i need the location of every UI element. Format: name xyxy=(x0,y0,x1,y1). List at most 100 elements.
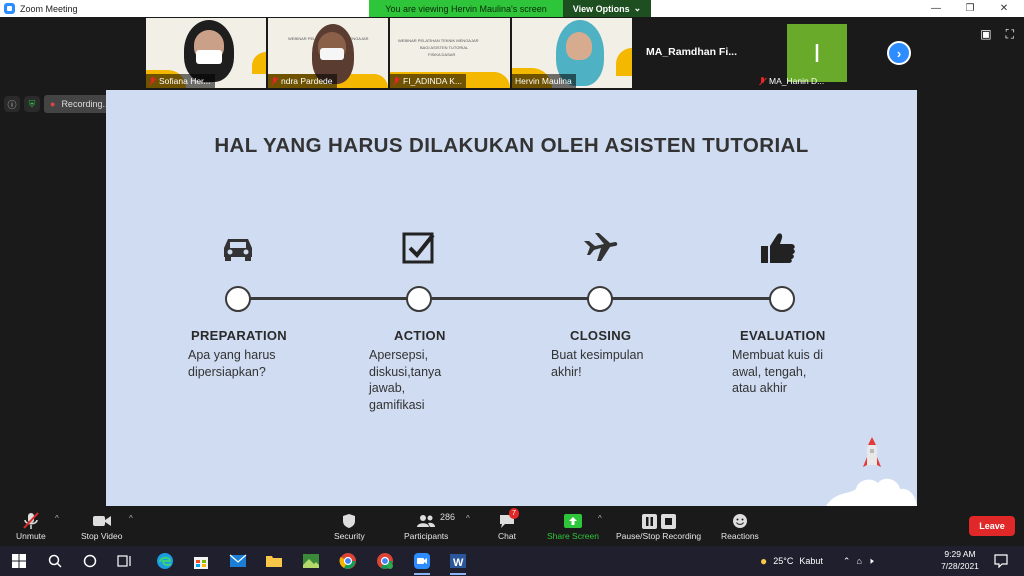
participant-name-tag: FI_ADINDA K... xyxy=(390,74,467,88)
timeline-node-1 xyxy=(225,286,251,312)
participant-video-2[interactable]: WEBINAR PELATIHAN TEKNIK MENGAJAR ndra P… xyxy=(268,18,388,88)
participant-video-5[interactable]: MA_Ramdhan Fi... xyxy=(634,18,754,88)
view-options-button[interactable]: View Options ⌄ xyxy=(563,0,651,17)
share-options-caret[interactable]: ^ xyxy=(598,514,602,523)
windows-start-icon[interactable] xyxy=(8,551,30,571)
stage-desc-action: Apersepsi, diskusi,tanya jawab, gamifika… xyxy=(369,348,442,412)
participant-name-tag: ndra Pardede xyxy=(268,74,337,88)
participants-options-caret[interactable]: ^ xyxy=(466,514,470,523)
mic-muted-icon xyxy=(149,76,156,86)
video-options-caret[interactable]: ^ xyxy=(129,514,133,523)
next-page-button[interactable]: › xyxy=(887,41,911,65)
participant-video-3[interactable]: WEBINAR PELATIHAN TEKNIK MENGAJAR BAGI A… xyxy=(390,18,510,88)
participant-name-tag: Hervin Maulina xyxy=(512,74,576,88)
security-button[interactable]: Security xyxy=(334,511,365,541)
cortana-icon[interactable] xyxy=(79,551,101,571)
weather-desc: Kabut xyxy=(799,556,823,566)
restore-button[interactable]: ❐ xyxy=(954,0,986,17)
shield-icon xyxy=(342,511,356,531)
participant-video-4[interactable]: Hervin Maulina xyxy=(512,18,632,88)
slide-title: HAL YANG HARUS DILAKUKAN OLEH ASISTEN TU… xyxy=(214,134,809,157)
cloud-record-icon: ● xyxy=(50,99,56,109)
participants-count: 286 xyxy=(440,512,456,522)
participant-name-large: MA_Ramdhan Fi... xyxy=(646,46,738,58)
pause-stop-recording-button[interactable]: Pause/Stop Recording xyxy=(616,511,701,541)
weather-icon[interactable]: ● xyxy=(760,554,767,568)
airplane-icon xyxy=(580,230,620,266)
network-icon[interactable]: ⌂ xyxy=(856,556,861,566)
view-controls: ▣ ⛶ xyxy=(980,27,1014,42)
car-icon xyxy=(218,230,258,266)
info-icon[interactable]: ⓘ xyxy=(4,96,20,112)
checkbox-icon xyxy=(399,230,439,266)
participant-name-tag: MA_Hanin D... xyxy=(756,74,828,88)
svg-text:W: W xyxy=(453,557,464,569)
minimize-button[interactable]: — xyxy=(920,0,952,17)
photos-icon[interactable] xyxy=(300,551,322,571)
shared-screen-slide: HAL YANG HARUS DILAKUKAN OLEH ASISTEN TU… xyxy=(106,90,917,506)
chat-badge: 7 xyxy=(509,508,519,519)
chrome-profile-icon[interactable] xyxy=(374,551,396,571)
stage-label-action: ACTION xyxy=(394,328,446,343)
thumbs-up-icon xyxy=(758,230,798,266)
timeline-line xyxy=(238,297,783,300)
shield-icon[interactable]: ⛨ xyxy=(24,96,40,112)
timeline-node-2 xyxy=(406,286,432,312)
view-options-label: View Options xyxy=(572,3,630,14)
gallery-view-icon[interactable]: ▣ xyxy=(980,27,991,42)
notification-icon[interactable] xyxy=(990,551,1012,571)
video-camera-icon xyxy=(92,511,112,531)
stage-desc-preparation: Apa yang harus dipersiapkan? xyxy=(188,348,276,379)
zoom-app-icon xyxy=(4,3,15,14)
participant-name-tag: Sofiana Her... xyxy=(146,74,215,88)
clock-date: 7/28/2021 xyxy=(941,561,979,571)
mic-muted-icon xyxy=(271,76,278,86)
chevron-down-icon: ⌄ xyxy=(633,3,642,13)
mic-muted-icon xyxy=(759,76,766,86)
chrome-icon[interactable] xyxy=(337,551,359,571)
participant-video-6[interactable]: I MA_Hanin D... xyxy=(756,18,876,88)
search-icon[interactable] xyxy=(44,551,66,571)
chevron-right-icon: › xyxy=(896,45,902,61)
stage-label-evaluation: EVALUATION xyxy=(740,328,826,343)
clock-time: 9:29 AM xyxy=(944,549,976,559)
smiley-icon xyxy=(732,511,748,531)
leave-button[interactable]: Leave xyxy=(969,516,1015,536)
participants-icon xyxy=(416,511,436,531)
file-explorer-icon[interactable] xyxy=(263,551,285,571)
clock[interactable]: 9:29 AM 7/28/2021 xyxy=(938,548,982,572)
pause-stop-icon xyxy=(641,511,677,531)
system-tray: ● 25°C Kabut ⌃ ⌂ 🕨 xyxy=(760,546,874,576)
rocket-illustration xyxy=(826,435,917,506)
stop-video-button[interactable]: Stop Video xyxy=(81,511,122,541)
viewing-banner: You are viewing Hervin Maulina's screen … xyxy=(369,0,651,17)
task-view-icon[interactable] xyxy=(114,551,136,571)
timeline-node-4 xyxy=(769,286,795,312)
store-icon[interactable] xyxy=(190,551,212,571)
stage-label-preparation: PREPARATION xyxy=(191,328,287,343)
mic-muted-icon xyxy=(393,76,400,86)
unmute-button[interactable]: Unmute xyxy=(16,511,46,541)
mic-muted-icon xyxy=(23,511,39,531)
timeline-node-3 xyxy=(587,286,613,312)
stage-label-closing: CLOSING xyxy=(570,328,632,343)
mail-icon[interactable] xyxy=(227,551,249,571)
volume-icon[interactable]: 🕨 xyxy=(868,556,874,567)
audio-options-caret[interactable]: ^ xyxy=(55,514,59,523)
share-screen-button[interactable]: Share Screen xyxy=(547,511,599,541)
stage-desc-evaluation: Membuat kuis di awal, tengah, atau akhir xyxy=(732,348,824,395)
close-button[interactable]: ✕ xyxy=(988,0,1020,17)
reactions-button[interactable]: Reactions xyxy=(721,511,759,541)
recording-label: Recording... xyxy=(61,99,110,109)
zoom-window: Zoom Meeting — ❐ ✕ You are viewing Hervi… xyxy=(0,0,1024,576)
stage-desc-closing: Buat kesimpulan akhir! xyxy=(551,348,644,379)
zoom-taskbar-icon[interactable] xyxy=(411,551,433,575)
chevron-up-icon[interactable]: ⌃ xyxy=(843,556,851,567)
fullscreen-icon[interactable]: ⛶ xyxy=(1006,27,1014,42)
window-title: Zoom Meeting xyxy=(20,3,78,14)
participant-video-1[interactable]: Sofiana Her... xyxy=(146,18,266,88)
viewing-text: You are viewing Hervin Maulina's screen xyxy=(369,0,563,17)
word-icon[interactable]: W xyxy=(447,551,469,575)
edge-icon[interactable] xyxy=(154,551,176,571)
weather-temp: 25°C xyxy=(773,556,794,566)
